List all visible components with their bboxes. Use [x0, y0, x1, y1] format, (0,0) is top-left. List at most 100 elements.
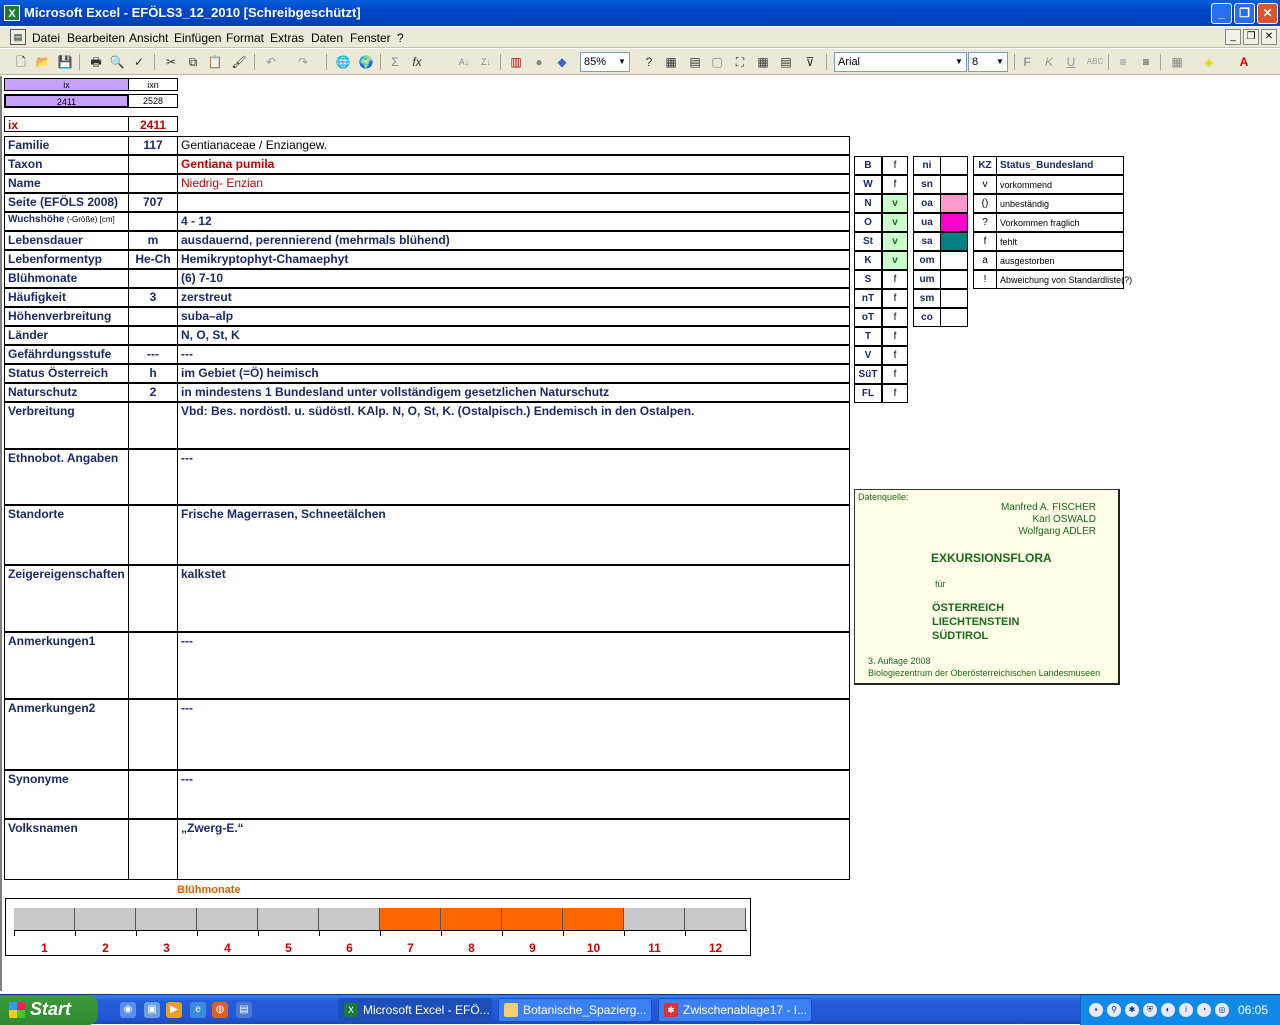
ix-row-value-cell[interactable]: 2411 [128, 116, 178, 132]
row-code-19[interactable] [128, 699, 178, 770]
region-code-3[interactable]: ua [913, 213, 941, 232]
menu-fenster[interactable]: Fenster [350, 31, 391, 45]
row-code-15[interactable] [128, 449, 178, 505]
status-code-4[interactable]: a [973, 251, 997, 270]
print-icon[interactable]: 🖶 [87, 53, 105, 71]
autofilter-icon[interactable]: ⊽ [801, 53, 819, 71]
land-status-5[interactable]: v [882, 251, 908, 270]
row-label-17[interactable]: Zeigereigenschaften [4, 565, 129, 632]
row-value-21[interactable]: „Zwerg-E.“ [177, 819, 850, 880]
sort-desc-icon[interactable]: Z↓ [477, 53, 495, 71]
row-value-0[interactable]: Gentianaceae / Enziangew. [177, 136, 850, 155]
copy-icon[interactable]: ⧉ [184, 53, 202, 71]
underline-icon[interactable]: U [1062, 53, 1080, 71]
tray-icon-7[interactable]: ◔ [1197, 1003, 1211, 1017]
row-code-12[interactable]: h [128, 364, 178, 383]
row-code-2[interactable] [128, 174, 178, 193]
land-code-12[interactable]: FL [854, 384, 882, 403]
row-value-11[interactable]: --- [177, 345, 850, 364]
region-color-4[interactable] [940, 232, 968, 251]
land-status-9[interactable]: f [882, 327, 908, 346]
row-code-20[interactable] [128, 770, 178, 819]
row-label-9[interactable]: Höhenverbreitung [4, 307, 129, 326]
help-icon[interactable]: ? [640, 53, 658, 71]
hyperlink-icon[interactable]: 🌐 [334, 53, 352, 71]
region-color-6[interactable] [940, 270, 968, 289]
menu-ansicht[interactable]: Ansicht [129, 31, 168, 45]
row-code-18[interactable] [128, 632, 178, 699]
region-code-7[interactable]: sm [913, 289, 941, 308]
row-value-17[interactable]: kalkstet [177, 565, 850, 632]
web-icon[interactable]: 🌍 [357, 53, 375, 71]
toolbar-icon-1[interactable]: ▦ [662, 53, 680, 71]
region-code-8[interactable]: co [913, 308, 941, 327]
status-code-2[interactable]: ? [973, 213, 997, 232]
row-label-18[interactable]: Anmerkungen1 [4, 632, 129, 699]
land-code-11[interactable]: SüT [854, 365, 882, 384]
row-code-3[interactable]: 707 [128, 193, 178, 212]
row-label-4[interactable]: Wuchshöhe (-Größe) [cm] [4, 212, 129, 231]
task-excel[interactable]: X Microsoft Excel - EFÖ... [338, 998, 492, 1022]
row-code-13[interactable]: 2 [128, 383, 178, 402]
land-code-10[interactable]: V [854, 346, 882, 365]
land-status-7[interactable]: f [882, 289, 908, 308]
fill-color-icon[interactable]: ◈ [1200, 53, 1218, 71]
function-icon[interactable]: fx [408, 53, 426, 71]
shield-icon[interactable]: ⛨ [1143, 1003, 1157, 1017]
menu-daten[interactable]: Daten [311, 31, 343, 45]
region-color-7[interactable] [940, 289, 968, 308]
zoom-select[interactable]: 85% ▼ [580, 52, 630, 72]
status-code-1[interactable]: () [973, 194, 997, 213]
land-code-1[interactable]: W [854, 175, 882, 194]
row-label-20[interactable]: Synonyme [4, 770, 129, 819]
row-code-0[interactable]: 117 [128, 136, 178, 155]
row-value-12[interactable]: im Gebiet (=Ö) heimisch [177, 364, 850, 383]
font-size-select[interactable]: 8 ▼ [968, 52, 1008, 72]
row-value-8[interactable]: zerstreut [177, 288, 850, 307]
status-label-0[interactable]: vorkommend [996, 175, 1124, 194]
row-label-14[interactable]: Verbreitung [4, 402, 129, 449]
menu-einfuegen[interactable]: Einfügen [174, 31, 221, 45]
start-button[interactable]: Start [0, 995, 98, 1025]
cut-icon[interactable]: ✂ [162, 53, 180, 71]
row-value-15[interactable]: --- [177, 449, 850, 505]
status-header-code[interactable]: KZ [973, 156, 997, 175]
strikethrough-icon[interactable]: ABC [1086, 53, 1104, 71]
toolbar-icon-3[interactable]: ▢ [708, 53, 726, 71]
row-label-19[interactable]: Anmerkungen2 [4, 699, 129, 770]
network-icon[interactable]: ▪ [1089, 1003, 1103, 1017]
ix-header-cell[interactable]: ix [4, 78, 129, 91]
land-status-4[interactable]: v [882, 232, 908, 251]
row-label-0[interactable]: Familie [4, 136, 129, 155]
row-label-16[interactable]: Standorte [4, 505, 129, 565]
row-value-7[interactable]: (6) 7-10 [177, 269, 850, 288]
ixn-header-cell[interactable]: ixn [128, 78, 178, 91]
ix-label-cell[interactable]: ix [4, 116, 129, 132]
row-label-2[interactable]: Name [4, 174, 129, 193]
status-code-5[interactable]: ! [973, 270, 997, 289]
row-value-5[interactable]: ausdauernd, perennierend (mehrmals blühe… [177, 231, 850, 250]
quicklaunch-icon-1[interactable]: ◉ [120, 1002, 136, 1018]
land-status-11[interactable]: f [882, 365, 908, 384]
region-color-8[interactable] [940, 308, 968, 327]
status-code-0[interactable]: v [973, 175, 997, 194]
undo-icon[interactable]: ↶ [262, 53, 280, 71]
land-status-6[interactable]: f [882, 270, 908, 289]
row-code-4[interactable] [128, 212, 178, 231]
land-code-6[interactable]: S [854, 270, 882, 289]
row-label-8[interactable]: Häufigkeit [4, 288, 129, 307]
row-label-15[interactable]: Ethnobot. Angaben [4, 449, 129, 505]
ixn-value-cell[interactable]: 2528 [128, 94, 178, 108]
row-code-17[interactable] [128, 565, 178, 632]
row-label-12[interactable]: Status Österreich [4, 364, 129, 383]
drawing-icon[interactable]: ◆ [553, 53, 571, 71]
land-status-1[interactable]: f [882, 175, 908, 194]
row-label-11[interactable]: Gefährdungsstufe [4, 345, 129, 364]
row-code-11[interactable]: --- [128, 345, 178, 364]
row-label-21[interactable]: Volksnamen [4, 819, 129, 880]
region-code-5[interactable]: om [913, 251, 941, 270]
land-code-0[interactable]: B [854, 156, 882, 175]
quicklaunch-icon-3[interactable]: ▶ [166, 1002, 182, 1018]
row-label-5[interactable]: Lebensdauer [4, 231, 129, 250]
status-label-1[interactable]: unbeständig [996, 194, 1124, 213]
